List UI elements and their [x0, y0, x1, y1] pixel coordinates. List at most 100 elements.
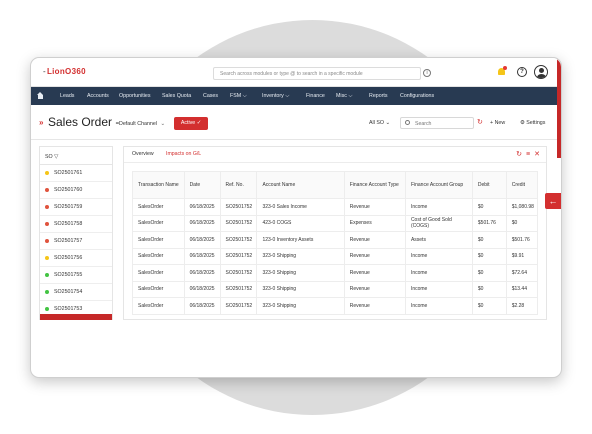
table-row[interactable]: SalesOrder 06/18/2025 SO2501752 323-0 Sales…: [132, 198, 539, 216]
nav-opportunities[interactable]: Opportunities: [119, 87, 151, 105]
app-logo[interactable]: ‑LionO360: [43, 67, 86, 76]
app-screen: ‑LionO360 Search across modules or type …: [31, 58, 561, 320]
selected-item-indicator: [40, 314, 112, 320]
table-cell: 06/18/2025: [183, 214, 221, 232]
device-frame: ‑LionO360 Search across modules or type …: [30, 57, 562, 378]
table-cell: SalesOrder: [132, 247, 185, 265]
status-dot-icon: [45, 307, 49, 311]
table-cell: Income: [404, 247, 473, 265]
new-button[interactable]: + New: [490, 120, 505, 126]
column-header[interactable]: Transaction Name: [132, 171, 185, 199]
nav-configurations[interactable]: Configurations: [400, 87, 434, 105]
column-header[interactable]: Date: [183, 171, 221, 199]
table-cell: SalesOrder: [132, 198, 185, 216]
column-header[interactable]: Finance Account Group: [404, 171, 473, 199]
table-cell: Revenue: [343, 231, 406, 249]
table-row[interactable]: SalesOrder 06/18/2025 SO2501752 323-0 Shipp…: [132, 297, 539, 315]
so-search-input[interactable]: Search: [400, 117, 474, 129]
logo-mark: ‑: [43, 67, 46, 76]
table-cell: SalesOrder: [132, 264, 185, 282]
table-cell: 323-0 Sales Income: [256, 198, 345, 216]
table-cell: $0: [471, 247, 507, 265]
global-search-input[interactable]: Search across modules or type @ to searc…: [213, 67, 421, 80]
nav-finance[interactable]: Finance: [306, 87, 325, 105]
gl-impact-table: Transaction Name Date Ref. No. Account Name…: [132, 171, 539, 315]
refresh-icon[interactable]: ↻: [477, 118, 483, 126]
so-list-item[interactable]: SO2501755: [40, 267, 112, 284]
table-cell: $13.44: [505, 280, 539, 298]
so-id: SO2501760: [54, 187, 83, 193]
so-id: SO2501761: [54, 170, 83, 176]
nav-sales-quota[interactable]: Sales Quota: [162, 87, 191, 105]
home-icon[interactable]: [37, 92, 44, 99]
channel-select[interactable]: Default Channel ⌄: [119, 121, 165, 127]
refresh-icon[interactable]: ↻: [516, 151, 522, 158]
view-select[interactable]: All SO ⌄: [369, 120, 390, 126]
column-header[interactable]: Credit: [505, 171, 539, 199]
so-list-header[interactable]: SO ▽: [40, 147, 112, 165]
notification-bell-icon[interactable]: [497, 66, 507, 77]
status-dot-icon: [45, 205, 49, 209]
nav-cases[interactable]: Cases: [203, 87, 218, 105]
so-list-item[interactable]: SO2501761: [40, 165, 112, 182]
nav-fsm[interactable]: FSM ⌵: [230, 87, 247, 105]
table-cell: SalesOrder: [132, 280, 185, 298]
table-cell: 323-0 Shipping: [256, 247, 345, 265]
so-id: SO2501754: [54, 289, 83, 295]
top-bar: ‑LionO360 Search across modules or type …: [31, 58, 561, 87]
so-list-item[interactable]: SO2501758: [40, 216, 112, 233]
status-dot-icon: [45, 239, 49, 243]
so-id: SO2501757: [54, 238, 83, 244]
table-cell: 06/18/2025: [183, 297, 221, 315]
table-row[interactable]: SalesOrder 06/18/2025 SO2501752 323-0 Shipp…: [132, 247, 539, 265]
page-title: Sales Order -: [48, 115, 120, 129]
table-cell: Income: [404, 198, 473, 216]
table-row[interactable]: SalesOrder 06/18/2025 SO2501752 423-0 COGS E…: [132, 214, 539, 232]
status-active-button[interactable]: Active ✓: [174, 117, 208, 130]
table-cell: Cost of Good Sold (COGS): [404, 214, 473, 232]
nav-leads[interactable]: Leads: [60, 87, 74, 105]
table-cell: $1,080.98: [505, 198, 539, 216]
nav-misc[interactable]: Misc ⌵: [336, 87, 352, 105]
so-id: SO2501756: [54, 255, 83, 261]
chevron-down-icon: ⌄: [160, 121, 165, 127]
settings-button[interactable]: ⚙ Settings: [520, 120, 545, 126]
table-cell: $501.76: [471, 214, 507, 232]
so-list-item[interactable]: SO2501754: [40, 284, 112, 301]
nav-inventory[interactable]: Inventory ⌵: [262, 87, 289, 105]
so-list-item[interactable]: SO2501760: [40, 182, 112, 199]
nav-reports[interactable]: Reports: [369, 87, 388, 105]
tab-overview[interactable]: Overview: [132, 151, 154, 157]
column-header[interactable]: Account Name: [256, 171, 345, 199]
tab-impacts-on-gl[interactable]: Impacts on G/L: [166, 151, 201, 157]
table-cell: $0: [471, 198, 507, 216]
menu-icon[interactable]: ≡: [526, 151, 530, 158]
detail-tabs: Overview Impacts on G/L ↻ ≡ ✕: [124, 147, 546, 163]
table-cell: SO2501752: [219, 231, 258, 249]
table-cell: $0: [471, 280, 507, 298]
user-avatar-icon[interactable]: [534, 65, 548, 79]
table-row[interactable]: SalesOrder 06/18/2025 SO2501752 323-0 Shipp…: [132, 280, 539, 298]
close-icon[interactable]: ✕: [534, 151, 540, 158]
status-dot-icon: [45, 171, 49, 175]
double-chevron-icon[interactable]: »: [39, 118, 43, 127]
table-cell: $501.76: [505, 231, 539, 249]
table-row[interactable]: SalesOrder 06/18/2025 SO2501752 323-0 Shipp…: [132, 264, 539, 282]
help-icon[interactable]: ?: [517, 67, 527, 77]
so-id: SO2501755: [54, 272, 83, 278]
column-header[interactable]: Debit: [471, 171, 507, 199]
info-icon[interactable]: i: [423, 69, 431, 77]
table-cell: 06/18/2025: [183, 231, 221, 249]
so-list-item[interactable]: SO2501756: [40, 250, 112, 267]
table-cell: $9.91: [505, 247, 539, 265]
table-cell: 06/18/2025: [183, 247, 221, 265]
so-id: SO2501753: [54, 306, 83, 312]
so-list-item[interactable]: SO2501759: [40, 199, 112, 216]
so-list-item[interactable]: SO2501757: [40, 233, 112, 250]
nav-accounts[interactable]: Accounts: [87, 87, 109, 105]
collapse-arrow-icon[interactable]: ←: [545, 193, 561, 209]
table-row[interactable]: SalesOrder 06/18/2025 SO2501752 123-0 Inven…: [132, 231, 539, 249]
column-header[interactable]: Ref. No.: [219, 171, 258, 199]
search-icon: [405, 120, 410, 125]
column-header[interactable]: Finance Account Type: [343, 171, 406, 199]
